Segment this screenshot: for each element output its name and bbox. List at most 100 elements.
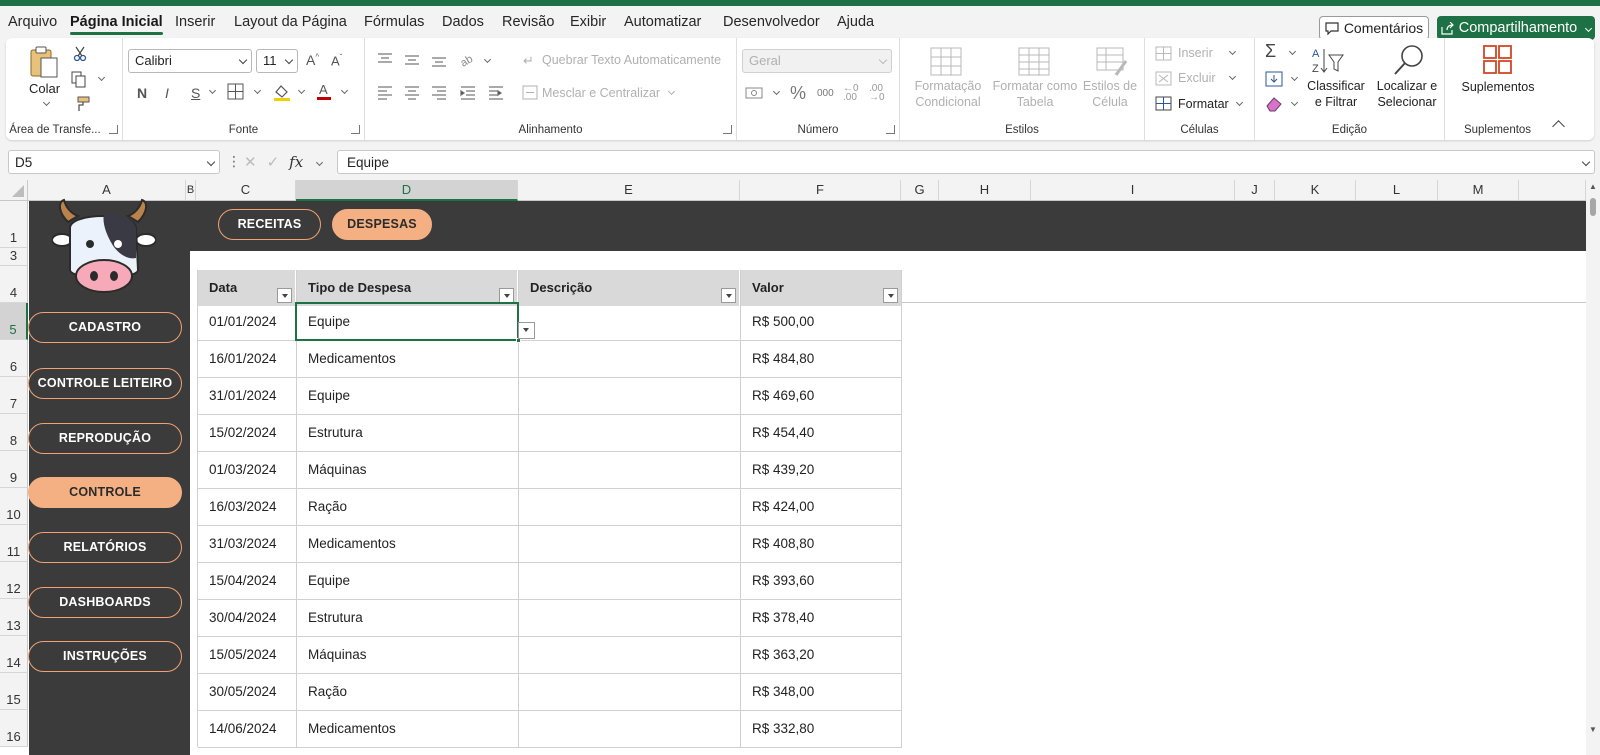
cell-valor[interactable]: R$ 408,80 [752,536,814,551]
alignment-launcher-icon[interactable] [723,125,732,134]
thousands-button[interactable]: 000 [817,88,834,99]
bold-button[interactable]: N [137,85,147,101]
horizontal-align-icons[interactable] [377,85,503,101]
selected-cell-d5[interactable] [295,302,519,341]
clipboard-launcher-icon[interactable] [109,125,118,134]
decrease-decimal-icon[interactable]: .00 →0 [869,84,885,103]
delete-cells-button[interactable]: Excluir [1178,71,1216,85]
cell-data[interactable]: 15/04/2024 [209,573,277,588]
formula-input[interactable]: Equipe [337,150,1595,174]
conditional-formatting-label-2[interactable]: Condicional [911,95,985,109]
italic-button[interactable]: I [165,85,169,101]
delete-cells-icon[interactable] [1155,71,1172,86]
format-as-table-label-2[interactable]: Tabela [992,95,1078,109]
sort-filter-label-1[interactable]: Classificar [1305,79,1367,93]
scroll-up-icon[interactable]: ▲ [1589,182,1597,191]
format-dropdown-icon[interactable] [1235,98,1244,107]
format-as-table-label-1[interactable]: Formatar como [992,79,1078,93]
tab-dados[interactable]: Dados [442,14,484,30]
font-size-select[interactable]: 11 [256,49,298,73]
cell-data[interactable]: 31/01/2024 [209,388,277,403]
increase-font-icon[interactable]: A^ [306,52,319,68]
cell-styles-label-2[interactable]: Célula [1080,95,1140,109]
currency-dropdown-icon[interactable] [772,87,781,96]
cell-tipo[interactable]: Ração [308,684,347,699]
conditional-formatting-label-1[interactable]: Formatação [911,79,985,93]
merge-dropdown-icon[interactable] [667,87,676,96]
cell-valor[interactable]: R$ 454,40 [752,425,814,440]
cell-data[interactable]: 15/02/2024 [209,425,277,440]
tab-revisao[interactable]: Revisão [502,14,554,30]
tab-pagina-inicial[interactable]: Página Inicial [70,14,163,35]
font-family-select[interactable]: Calibri [128,49,252,73]
tab-inserir[interactable]: Inserir [175,14,215,30]
fx-dropdown-icon[interactable] [316,158,324,166]
cell-tipo[interactable]: Equipe [308,388,350,403]
paste-dropdown-icon[interactable] [42,98,51,107]
orientation-icon[interactable]: ab [459,50,481,68]
fill-dropdown-icon[interactable] [1290,73,1299,82]
share-button[interactable]: Compartilhamento [1437,16,1595,40]
percent-button[interactable]: % [790,83,806,104]
conditional-formatting-icon[interactable] [930,47,962,77]
chevron-down-icon[interactable] [1585,24,1593,32]
cell-tipo[interactable]: Equipe [308,573,350,588]
cell-data[interactable]: 31/03/2024 [209,536,277,551]
format-cells-button[interactable]: Formatar [1178,97,1229,111]
merge-center-icon[interactable] [522,85,538,100]
sort-filter-label-2[interactable]: e Filtrar [1305,95,1367,109]
tab-formulas[interactable]: Fórmulas [364,14,424,30]
fill-icon[interactable] [1265,71,1283,87]
cell-tipo[interactable]: Medicamentos [308,351,396,366]
underline-dropdown-icon[interactable] [208,86,217,95]
fill-dropdown-icon[interactable] [297,86,306,95]
cell-data[interactable]: 16/03/2024 [209,499,277,514]
number-format-select[interactable]: Geral [742,49,892,73]
cell-valor[interactable]: R$ 378,40 [752,610,814,625]
vertical-scrollbar[interactable]: ▲ ▼ [1586,180,1600,755]
cell-valor[interactable]: R$ 363,20 [752,647,814,662]
wrap-text-icon[interactable]: ↵ [523,53,534,69]
cell-valor[interactable]: R$ 484,80 [752,351,814,366]
cell-tipo[interactable]: Máquinas [308,647,367,662]
cancel-icon[interactable]: ✕ [244,153,257,171]
tab-automatizar[interactable]: Automatizar [624,14,701,30]
cell-styles-icon[interactable] [1096,47,1128,77]
cell-tipo[interactable]: Máquinas [308,462,367,477]
format-cells-icon[interactable] [1155,96,1172,111]
clear-dropdown-icon[interactable] [1290,98,1299,107]
find-icon[interactable] [1392,43,1426,77]
name-box[interactable]: D5 [8,150,220,174]
scrollbar-thumb[interactable] [1590,198,1596,216]
cell-valor[interactable]: R$ 439,20 [752,462,814,477]
enter-icon[interactable]: ✓ [267,153,280,171]
scroll-down-icon[interactable]: ▼ [1589,725,1597,734]
addins-icon[interactable] [1482,44,1513,75]
cell-tipo[interactable]: Ração [308,499,347,514]
fill-color-icon[interactable] [273,83,291,101]
insert-function-icon[interactable]: fx [289,153,303,171]
merge-center-button[interactable]: Mesclar e Centralizar [542,86,660,100]
copy-icon[interactable] [71,71,89,88]
increase-decimal-icon[interactable]: ←0.00 [843,84,859,103]
cell-valor[interactable]: R$ 469,60 [752,388,814,403]
cell-tipo[interactable]: Estrutura [308,425,363,440]
vertical-align-icons[interactable] [377,52,447,68]
cell-tipo[interactable]: Medicamentos [308,721,396,736]
cell-tipo[interactable]: Medicamentos [308,536,396,551]
cell-data[interactable]: 01/01/2024 [209,314,277,329]
cell-data[interactable]: 14/06/2024 [209,721,277,736]
cell-styles-label-1[interactable]: Estilos de [1080,79,1140,93]
font-color-dropdown-icon[interactable] [340,86,349,95]
format-as-table-icon[interactable] [1018,47,1050,77]
underline-button[interactable]: S [191,85,200,101]
cell-data[interactable]: 30/04/2024 [209,610,277,625]
insert-cells-button[interactable]: Inserir [1178,46,1213,60]
addins-button[interactable]: Suplementos [1449,80,1547,94]
cell-dropdown-icon[interactable] [518,322,535,339]
font-color-icon[interactable]: A [316,82,332,101]
delete-dropdown-icon[interactable] [1228,72,1237,81]
autosum-icon[interactable]: Σ [1265,41,1276,62]
copy-dropdown-icon[interactable] [97,73,106,82]
paste-label[interactable]: Colar [29,81,60,96]
